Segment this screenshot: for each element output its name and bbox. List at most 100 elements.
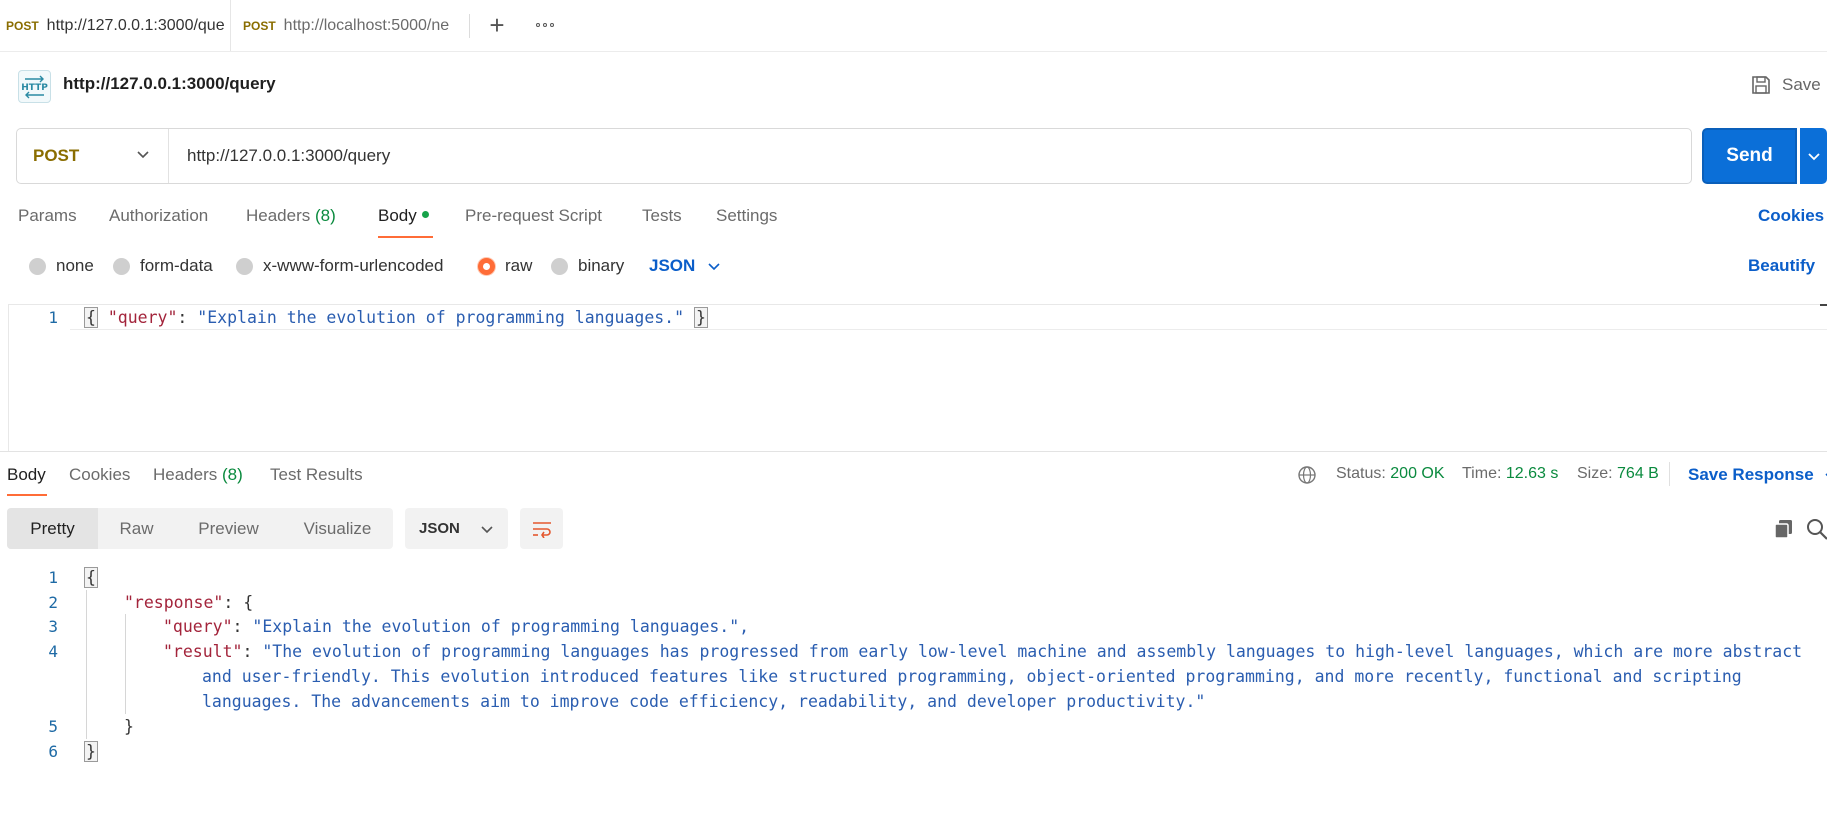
- save-icon: [1752, 76, 1770, 94]
- body-type-urlencoded[interactable]: x-www-form-urlencoded: [236, 256, 443, 276]
- time-readout: Time: 12.63 s: [1462, 465, 1558, 483]
- mode-preview[interactable]: Preview: [175, 508, 282, 549]
- body-type-label: binary: [578, 256, 625, 275]
- save-response-button[interactable]: Save Response: [1688, 465, 1827, 485]
- size-value: 764 B: [1617, 465, 1659, 482]
- size-readout: Size: 764 B: [1577, 465, 1659, 483]
- request-tab-1[interactable]: POST http://127.0.0.1:3000/que: [0, 0, 231, 51]
- json-key: "query": [107, 308, 178, 327]
- send-button[interactable]: Send: [1702, 128, 1797, 184]
- line-number: 6: [48, 742, 58, 761]
- wrap-lines-icon: [532, 521, 551, 538]
- divider: [1669, 462, 1670, 486]
- brace: }: [694, 307, 708, 328]
- response-line-2: "response": {: [124, 593, 253, 612]
- cookies-link[interactable]: Cookies: [1758, 206, 1824, 226]
- indent-guide: [86, 590, 87, 739]
- request-tab-2[interactable]: POST http://localhost:5000/ne: [237, 0, 456, 51]
- line-number: 1: [48, 568, 58, 587]
- response-tab-cookies[interactable]: Cookies: [69, 465, 130, 485]
- response-format-value: JSON: [419, 520, 460, 537]
- tab-settings[interactable]: Settings: [716, 206, 777, 226]
- tab-body[interactable]: Body: [378, 206, 429, 226]
- search-icon[interactable]: [1806, 518, 1827, 545]
- response-format-select[interactable]: JSON: [405, 508, 508, 549]
- tab-tests[interactable]: Tests: [642, 206, 682, 226]
- body-type-none[interactable]: none: [29, 256, 94, 276]
- response-line-4-wrap-1: and user-friendly. This evolution introd…: [202, 667, 1742, 686]
- response-tab-test-results[interactable]: Test Results: [270, 465, 363, 485]
- body-type-label: raw: [505, 256, 533, 275]
- brace: }: [84, 741, 98, 762]
- editor-border: [8, 304, 9, 451]
- brace: {: [84, 307, 98, 328]
- time-label: Time:: [1462, 465, 1502, 482]
- body-type-form-data[interactable]: form-data: [113, 256, 213, 276]
- tab-headers-label: Headers: [246, 206, 311, 225]
- tab-params[interactable]: Params: [18, 206, 77, 226]
- tab-authorization[interactable]: Authorization: [109, 206, 208, 226]
- json-key: "result": [163, 642, 243, 661]
- size-label: Size:: [1577, 465, 1613, 482]
- body-type-label: none: [56, 256, 94, 275]
- mode-pretty[interactable]: Pretty: [7, 508, 98, 549]
- chevron-down-icon: [481, 525, 493, 533]
- http-icon: HTTP: [18, 70, 51, 103]
- json-punctuation: : {: [223, 593, 254, 612]
- body-format-select[interactable]: JSON: [649, 256, 721, 276]
- line-number: 3: [48, 617, 58, 636]
- wrap-lines-button[interactable]: [520, 508, 563, 549]
- url-input[interactable]: http://127.0.0.1:3000/query: [187, 129, 1667, 183]
- response-line-3: "query": "Explain the evolution of progr…: [163, 617, 750, 636]
- response-line-4-wrap-2: languages. The advancements aim to impro…: [202, 692, 1206, 711]
- mode-raw[interactable]: Raw: [98, 508, 175, 549]
- time-value: 12.63 s: [1505, 465, 1559, 482]
- scrollbar[interactable]: [1820, 304, 1827, 306]
- request-tab-url: http://localhost:5000/ne: [283, 16, 450, 34]
- body-type-raw[interactable]: raw: [478, 256, 532, 276]
- method-value: POST: [33, 146, 80, 165]
- response-tab-body[interactable]: Body: [7, 465, 46, 485]
- body-format-value: JSON: [649, 256, 696, 275]
- request-tab-method: POST: [6, 18, 39, 33]
- request-body-editor[interactable]: { "query": "Explain the evolution of pro…: [84, 307, 708, 328]
- body-type-binary[interactable]: binary: [551, 256, 624, 276]
- send-options-button[interactable]: [1800, 128, 1827, 184]
- request-title[interactable]: http://127.0.0.1:3000/query: [63, 74, 276, 94]
- chevron-down-icon: [1807, 153, 1820, 161]
- line-number: 4: [48, 642, 58, 661]
- globe-icon[interactable]: [1297, 465, 1317, 490]
- radio-raw[interactable]: [478, 257, 495, 275]
- radio-form-data[interactable]: [113, 257, 130, 275]
- body-set-indicator: [421, 211, 429, 219]
- status-readout: Status: 200 OK: [1336, 465, 1445, 483]
- tab-pre-request-script[interactable]: Pre-request Script: [465, 206, 602, 226]
- tab-headers[interactable]: Headers (8): [246, 206, 336, 226]
- radio-binary[interactable]: [551, 257, 568, 275]
- json-colon: :: [177, 308, 198, 327]
- request-tab-url: http://127.0.0.1:3000/que: [46, 16, 225, 34]
- indent-guide: [125, 614, 126, 714]
- headers-count: (8): [222, 465, 243, 484]
- beautify-link[interactable]: Beautify: [1748, 256, 1815, 276]
- brace: {: [84, 567, 98, 588]
- radio-none[interactable]: [29, 257, 46, 275]
- response-tab-headers[interactable]: Headers (8): [153, 465, 243, 485]
- copy-icon[interactable]: [1773, 518, 1795, 545]
- chevron-down-icon: [708, 263, 720, 271]
- body-type-label: x-www-form-urlencoded: [263, 256, 444, 275]
- svg-text:HTTP: HTTP: [21, 83, 48, 93]
- radio-urlencoded[interactable]: [236, 257, 253, 275]
- line-number: 2: [48, 593, 58, 612]
- plus-icon[interactable]: +: [486, 8, 508, 42]
- method-select[interactable]: POST: [17, 129, 169, 183]
- status-label: Status:: [1336, 465, 1386, 482]
- save-button[interactable]: Save: [1750, 74, 1821, 96]
- response-line-6: }: [84, 741, 98, 762]
- pane-divider[interactable]: [0, 451, 1827, 452]
- response-line-4: "result": "The evolution of programming …: [163, 642, 1803, 661]
- more-horizontal-icon[interactable]: [534, 15, 556, 35]
- save-label: Save: [1782, 75, 1821, 94]
- mode-visualize[interactable]: Visualize: [282, 508, 393, 549]
- body-type-label: form-data: [140, 256, 213, 275]
